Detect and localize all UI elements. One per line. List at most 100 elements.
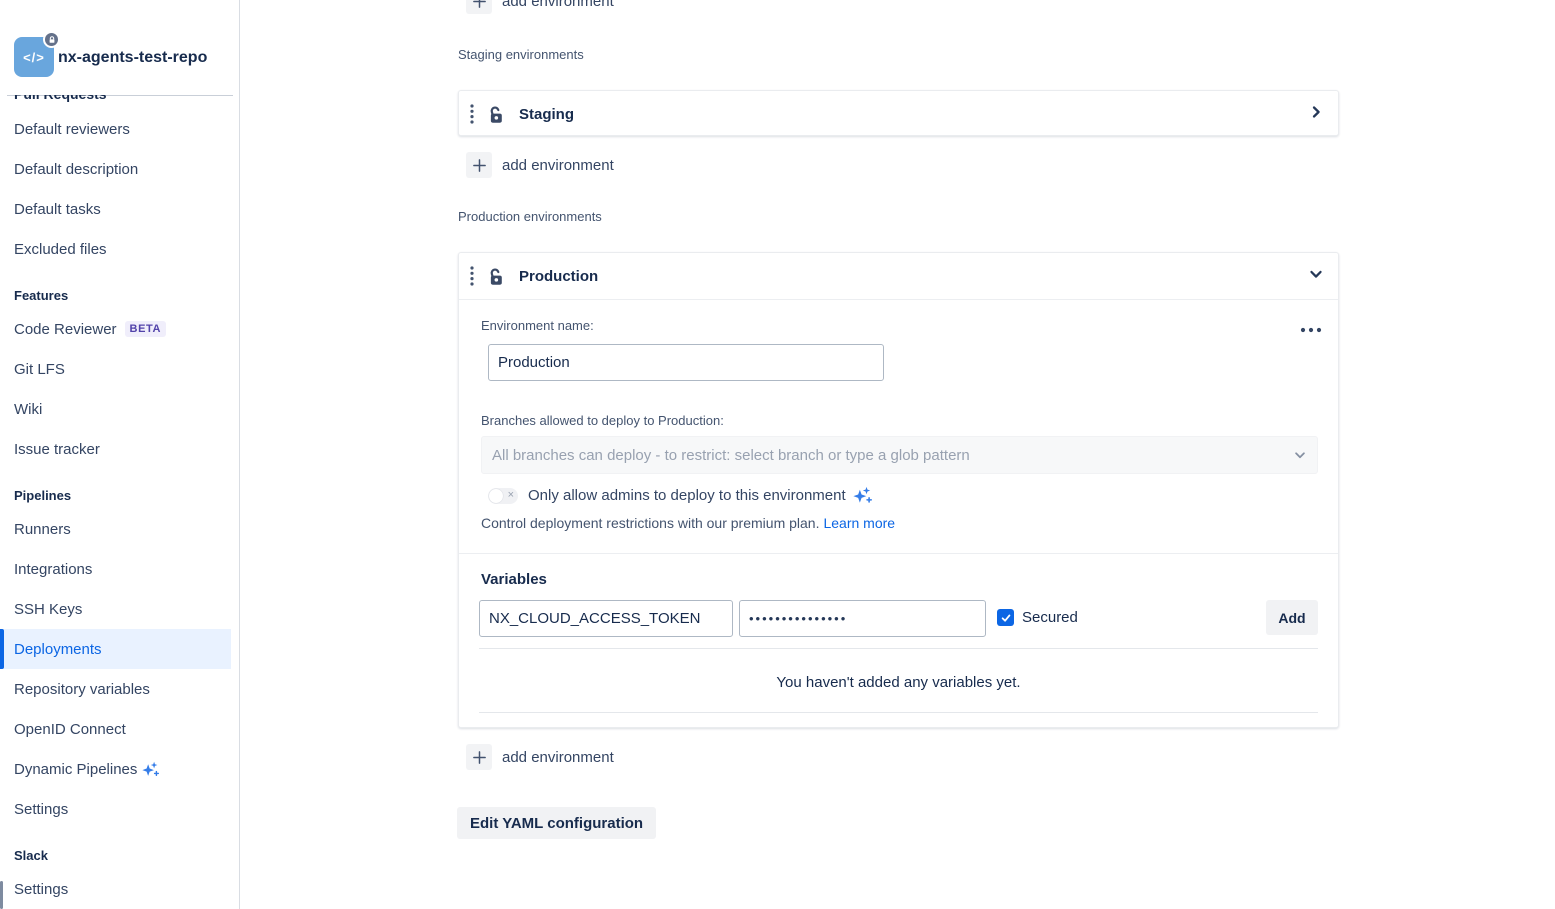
sidebar-item-wiki[interactable]: Wiki [0,389,231,429]
sidebar-label: Integrations [14,561,92,578]
secured-checkbox-wrap[interactable]: Secured [997,609,1078,626]
secured-checkbox[interactable] [997,609,1014,626]
environment-options-button[interactable] [1298,318,1324,340]
variables-divider [479,712,1318,713]
add-environment-label: add environment [502,749,614,766]
drag-handle-icon[interactable] [469,103,475,125]
sidebar-label: Default tasks [14,201,101,218]
production-card-header[interactable]: Production [459,253,1338,299]
sidebar-section-features: Features [0,269,231,309]
sidebar-item-excluded-files[interactable]: Excluded files [0,229,231,269]
premium-sparkle-icon [853,486,872,505]
production-environment-title: Production [519,268,598,285]
plus-icon [466,744,492,770]
sidebar-item-ssh-keys[interactable]: SSH Keys [0,589,231,629]
check-icon [1000,612,1012,624]
branches-select[interactable]: All branches can deploy - to restrict: s… [481,436,1318,474]
sparkle-icon [142,761,159,778]
lock-icon [48,36,56,44]
sidebar-item-settings[interactable]: Settings [0,789,231,829]
add-variable-button[interactable]: Add [1266,600,1318,635]
chevron-right-icon[interactable] [1308,104,1324,125]
sidebar-label: Repository variables [14,681,150,698]
production-environments-label: Production environments [458,209,602,224]
sidebar-item-integrations[interactable]: Integrations [0,549,231,589]
staging-environment-card: Staging [458,90,1339,136]
variables-empty-text: You haven't added any variables yet. [459,674,1338,691]
sidebar-label: Pipelines [14,488,71,503]
sidebar-label: Slack [14,848,48,863]
sidebar-label: Git LFS [14,361,65,378]
beta-badge: BETA [125,321,167,337]
sidebar-section-pipelines: Pipelines [0,469,231,509]
branches-select-placeholder: All branches can deploy - to restrict: s… [492,447,1293,464]
sidebar-label: Default reviewers [14,121,130,138]
secured-label: Secured [1022,609,1078,626]
sidebar-label: Wiki [14,401,42,418]
staging-environment-title: Staging [519,106,574,123]
sidebar-label: Issue tracker [14,441,100,458]
variable-value-input[interactable] [739,600,986,637]
sidebar-item-code-reviewer[interactable]: Code Reviewer BETA [0,309,231,349]
admin-only-toggle[interactable]: × [488,488,518,504]
sidebar-item-default-tasks[interactable]: Default tasks [0,189,231,229]
sidebar-item-settings[interactable]: Settings [0,869,231,909]
repo-header: </> nx-agents-test-repo [0,0,239,95]
unlock-icon [485,104,506,125]
add-environment-button-top[interactable]: add environment [466,0,614,14]
sidebar-label: SSH Keys [14,601,82,618]
edit-yaml-configuration-button[interactable]: Edit YAML configuration [457,807,656,839]
branches-allowed-label: Branches allowed to deploy to Production… [481,413,724,428]
variables-divider [479,648,1318,649]
sidebar-label: Deployments [14,641,102,658]
plus-icon [466,152,492,178]
add-environment-label: add environment [502,0,614,10]
staging-environments-label: Staging environments [458,47,584,62]
sidebar-label: Dynamic Pipelines [14,761,137,778]
staging-card-header[interactable]: Staging [459,91,1338,137]
sidebar-scrollbar-thumb[interactable] [0,881,3,909]
sidebar-label: Code Reviewer [14,321,117,338]
toggle-off-icon: × [508,489,514,501]
sidebar-label: Settings [14,801,68,818]
private-lock-badge [43,31,60,48]
code-icon: </> [23,50,45,65]
sidebar-item-runners[interactable]: Runners [0,509,231,549]
sidebar-item-git-lfs[interactable]: Git LFS [0,349,231,389]
drag-handle-icon[interactable] [469,265,475,287]
sidebar-label: Excluded files [14,241,107,258]
sidebar-nav: Pull RequestsDefault reviewersDefault de… [0,78,231,909]
premium-plan-text: Control deployment restrictions with our… [481,515,819,531]
variable-name-input[interactable] [479,600,733,637]
premium-plan-note: Control deployment restrictions with our… [481,515,895,531]
sidebar-label: Features [14,288,68,303]
sidebar-item-deployments[interactable]: Deployments [0,629,231,669]
chevron-down-icon[interactable] [1308,266,1324,287]
environment-name-input[interactable] [488,344,884,381]
ellipsis-icon [1300,327,1322,333]
sidebar-section-slack: Slack [0,829,231,869]
add-environment-button-staging[interactable]: add environment [466,152,614,178]
sidebar-item-issue-tracker[interactable]: Issue tracker [0,429,231,469]
repo-avatar[interactable]: </> [14,37,54,77]
add-environment-button-production[interactable]: add environment [466,744,614,770]
sidebar-item-dynamic-pipelines[interactable]: Dynamic Pipelines [0,749,231,789]
sidebar-item-repository-variables[interactable]: Repository variables [0,669,231,709]
environment-name-label: Environment name: [481,318,594,333]
sidebar-label: Settings [14,881,68,898]
plus-icon [466,0,492,14]
chevron-down-icon [1293,448,1307,462]
settings-sidebar: </> nx-agents-test-repo Pull RequestsDef… [0,0,240,909]
toggle-knob [489,489,503,503]
sidebar-item-openid-connect[interactable]: OpenID Connect [0,709,231,749]
admin-only-toggle-label: Only allow admins to deploy to this envi… [528,487,846,504]
sidebar-item-default-reviewers[interactable]: Default reviewers [0,109,231,149]
variables-heading: Variables [481,571,547,588]
repo-name[interactable]: nx-agents-test-repo [58,49,207,67]
section-divider [459,553,1338,554]
production-card-body: Environment name: Branches allowed to de… [459,299,1338,728]
deployments-settings-main: add environment Staging environments Sta… [240,0,1555,909]
unlock-icon [485,266,506,287]
sidebar-item-default-description[interactable]: Default description [0,149,231,189]
learn-more-link[interactable]: Learn more [823,515,895,531]
